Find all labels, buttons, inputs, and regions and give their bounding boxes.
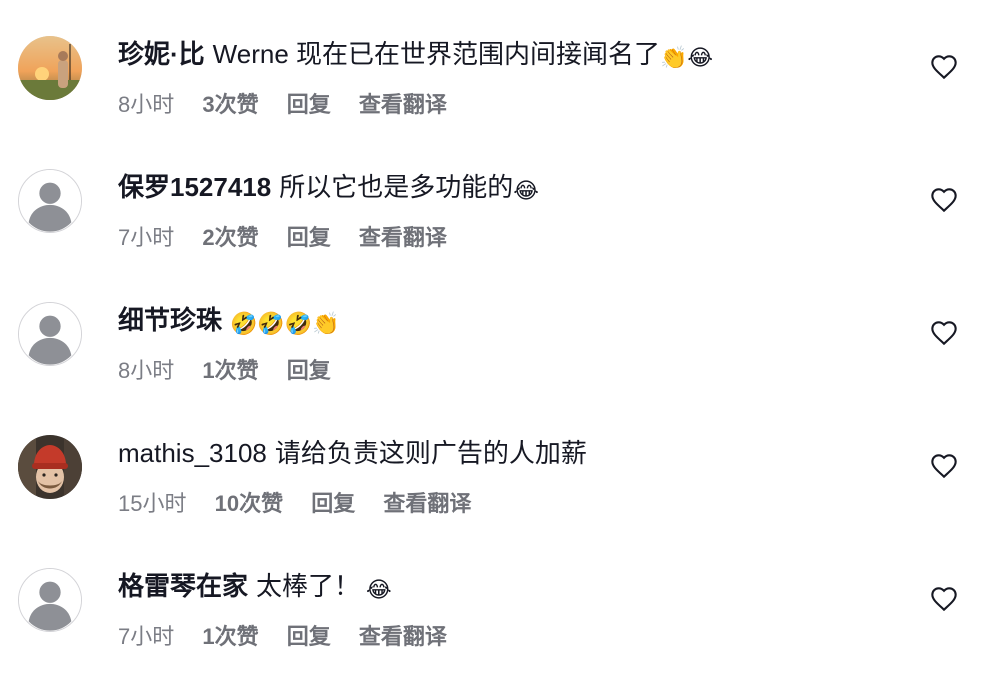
heart-outline-icon — [931, 454, 957, 479]
comment-text-line: mathis_3108 请给负责这则广告的人加薪 — [118, 435, 587, 471]
comment-username[interactable]: 保罗1527418 — [118, 172, 271, 202]
comment-item: 保罗1527418 所以它也是多功能的😂 7小时 2次赞 回复 查看翻译 — [0, 133, 984, 266]
like-button[interactable] — [930, 187, 958, 215]
like-button[interactable] — [930, 586, 958, 614]
comment-time: 7小时 — [118, 225, 175, 250]
comment-meta: 15小时 10次赞 回复 查看翻译 — [118, 489, 493, 519]
comment-text: 太棒了！ — [256, 571, 361, 601]
comment-time: 15小时 — [118, 491, 187, 516]
heart-outline-icon — [931, 55, 957, 80]
reply-button[interactable]: 回复 — [287, 223, 331, 253]
translate-button[interactable]: 查看翻译 — [359, 622, 447, 652]
comment-item: 珍妮·比 Werne 现在已在世界范围内间接闻名了👏😂 8小时 3次赞 回复 查看… — [0, 0, 984, 133]
comment-username[interactable]: 珍妮·比 — [118, 39, 205, 69]
comment-text-line: 格雷琴在家 太棒了！ 😂 — [118, 568, 392, 604]
comment-likes[interactable]: 1次赞 — [202, 356, 258, 386]
comment-text: 所以它也是多功能的 — [279, 172, 514, 202]
like-button[interactable] — [930, 54, 958, 82]
comment-username[interactable]: 格雷琴在家 — [118, 571, 248, 601]
comment-text-line: 珍妮·比 Werne 现在已在世界范围内间接闻名了👏😂 — [118, 36, 713, 72]
user-avatar[interactable] — [18, 169, 82, 233]
reply-button[interactable]: 回复 — [287, 622, 331, 652]
user-avatar[interactable] — [18, 36, 82, 100]
comment-likes[interactable]: 3次赞 — [202, 90, 258, 120]
comment-likes[interactable]: 10次赞 — [215, 489, 283, 519]
user-avatar[interactable] — [18, 568, 82, 632]
comment-text-line: 细节珍珠 🤣🤣🤣👏 — [118, 302, 340, 338]
comment-username[interactable]: mathis_3108 — [118, 438, 267, 468]
like-button[interactable] — [930, 453, 958, 481]
user-avatar[interactable] — [18, 302, 82, 366]
comment-meta: 7小时 2次赞 回复 查看翻译 — [118, 223, 469, 253]
comment-item: 细节珍珠 🤣🤣🤣👏 8小时 1次赞 回复 — [0, 266, 984, 399]
comment-time: 8小时 — [118, 92, 175, 117]
user-avatar[interactable] — [18, 435, 82, 499]
sunset-avatar-icon — [18, 36, 82, 100]
comment-likes[interactable]: 2次赞 — [202, 223, 258, 253]
heart-outline-icon — [931, 587, 957, 612]
reply-button[interactable]: 回复 — [287, 356, 331, 386]
translate-button[interactable]: 查看翻译 — [359, 90, 447, 120]
comment-emoji: 😂 — [513, 178, 539, 203]
comment-text: Werne 现在已在世界范围内间接闻名了 — [212, 39, 661, 69]
like-button[interactable] — [930, 320, 958, 348]
comment-emoji: 👏😂 — [660, 45, 714, 70]
comment-time: 7小时 — [118, 624, 175, 649]
default-user-icon — [19, 303, 81, 365]
comment-text: 请给负责这则广告的人加薪 — [274, 438, 587, 468]
red-hat-avatar-icon — [18, 435, 82, 499]
comment-likes[interactable]: 1次赞 — [202, 622, 258, 652]
comment-text-line: 保罗1527418 所以它也是多功能的😂 — [118, 169, 539, 205]
comment-username[interactable]: 细节珍珠 — [118, 305, 222, 335]
comment-meta: 7小时 1次赞 回复 查看翻译 — [118, 622, 469, 652]
translate-button[interactable]: 查看翻译 — [383, 489, 471, 519]
reply-button[interactable]: 回复 — [311, 489, 355, 519]
comment-meta: 8小时 3次赞 回复 查看翻译 — [118, 90, 469, 120]
comment-item: mathis_3108 请给负责这则广告的人加薪 15小时 10次赞 回复 查看翻… — [0, 399, 984, 532]
reply-button[interactable]: 回复 — [287, 90, 331, 120]
comment-emoji: 🤣🤣🤣👏 — [230, 311, 340, 336]
default-user-icon — [19, 569, 81, 631]
default-user-icon — [19, 170, 81, 232]
comment-meta: 8小时 1次赞 回复 — [118, 356, 353, 386]
translate-button[interactable]: 查看翻译 — [359, 223, 447, 253]
heart-outline-icon — [931, 321, 957, 346]
comment-time: 8小时 — [118, 358, 175, 383]
heart-outline-icon — [931, 188, 957, 213]
comment-emoji: 😂 — [366, 577, 392, 602]
comment-item: 格雷琴在家 太棒了！ 😂 7小时 1次赞 回复 查看翻译 — [0, 532, 984, 665]
